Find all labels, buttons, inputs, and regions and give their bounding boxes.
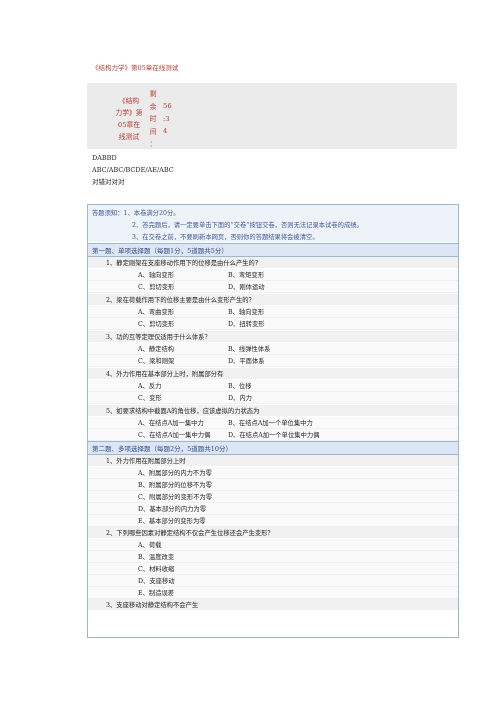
option-a[interactable]: A、弯曲变形 (138, 307, 174, 316)
option-a[interactable]: A、静定结构 (138, 344, 174, 353)
option-d[interactable]: D、扭转变形 (228, 319, 265, 328)
question: 1、外力作用在附属部分上时 (88, 455, 458, 467)
question: 2、下列哪些因素对静定结构不仅会产生位移还会产生变形？ (88, 527, 458, 539)
option-c[interactable]: C、剪切变形 (138, 319, 174, 328)
option-a[interactable]: A、附属部分的内力不为零 (138, 468, 212, 477)
timer-label: 剩 余 时 间 ： (149, 90, 157, 148)
option-c[interactable]: C、梁和刚架 (138, 356, 174, 365)
option-a[interactable]: A、荷载 (138, 540, 161, 549)
option-d[interactable]: D、支座移动 (138, 576, 175, 585)
page-title: 《结构力学》第05章在线测试 (92, 64, 179, 72)
option-b[interactable]: B、在结点A加一个单位集中力 (228, 418, 313, 427)
question: 4、外力作用在基本部分上时，附属部分有 (88, 368, 458, 380)
option-c[interactable]: C、变形 (138, 393, 162, 402)
option-e[interactable]: E、基本部分的变形为零 (138, 516, 206, 525)
option-d[interactable]: D、平面体系 (228, 356, 265, 365)
option-a[interactable]: A、轴向变形 (138, 270, 174, 279)
answer-notes: DABBD ABC/ABC/BCDE/AE/ABC 对错对对对 (92, 154, 174, 186)
option-e[interactable]: E、制造误差 (138, 588, 174, 597)
option-c[interactable]: C、剪切变形 (138, 282, 174, 291)
question: 3、功的互等定理仅适用于什么体系？ (88, 331, 458, 343)
option-c[interactable]: C、材料收缩 (138, 564, 174, 573)
quiz-form: 答题须知：1、本卷满分20分。 2、答完题后，请一定要单击下面的“交卷”按钮交卷… (87, 204, 459, 638)
quiz-title: 《结构 力学》第 05章在 线测试 (115, 97, 143, 141)
option-b[interactable]: B、位移 (228, 381, 252, 390)
option-c[interactable]: C、在结点A加一集中力偶 (138, 430, 210, 439)
notice-box: 答题须知：1、本卷满分20分。 2、答完题后，请一定要单击下面的“交卷”按钮交卷… (88, 205, 458, 242)
question: 3、支座移动对静定结构不会产生 (88, 599, 458, 611)
option-b[interactable]: B、弯矩变形 (228, 270, 264, 279)
notice-line: 答题须知：1、本卷满分20分。 (92, 210, 180, 217)
section-header-multiple-choice: 第二题、多项选择题（每题2分，5道题共10分） (88, 441, 458, 455)
notice-line: 3、在交卷之前，不要刷新本网页，否则你的答题结果将会被清空。 (132, 234, 319, 241)
timer-value: 56 :3 4 (163, 102, 172, 135)
option-d[interactable]: D、刚体运动 (228, 282, 265, 291)
option-d[interactable]: D、在结点A加一个单位集中力偶 (228, 430, 319, 439)
option-b[interactable]: B、附属部分的位移不为零 (138, 480, 212, 489)
question: 2、梁在荷载作用下的位移主要是由什么变形产生的？ (88, 294, 458, 306)
option-c[interactable]: C、附属部分的变形不为零 (138, 492, 212, 501)
option-b[interactable]: B、轴向变形 (228, 307, 264, 316)
option-b[interactable]: B、温度改变 (138, 552, 174, 561)
option-d[interactable]: D、内力 (228, 393, 252, 402)
section-header-single-choice: 第一题、单项选择题（每题1分，5道题共5分） (88, 243, 458, 257)
option-a[interactable]: A、在结点A加一集中力 (138, 418, 204, 427)
question: 5、如要求结构中截面A的角位移，应该虚拟的力状态为 (88, 405, 458, 417)
option-a[interactable]: A、反力 (138, 381, 161, 390)
option-d[interactable]: D、基本部分的内力为零 (138, 504, 206, 513)
option-b[interactable]: B、线弹性体系 (228, 344, 270, 353)
notice-line: 2、答完题后，请一定要单击下面的“交卷”按钮交卷，否则无法记录本试卷的成绩。 (132, 222, 363, 229)
question: 1、静定刚架在支座移动作用下的位移是由什么产生的？ (88, 257, 458, 269)
